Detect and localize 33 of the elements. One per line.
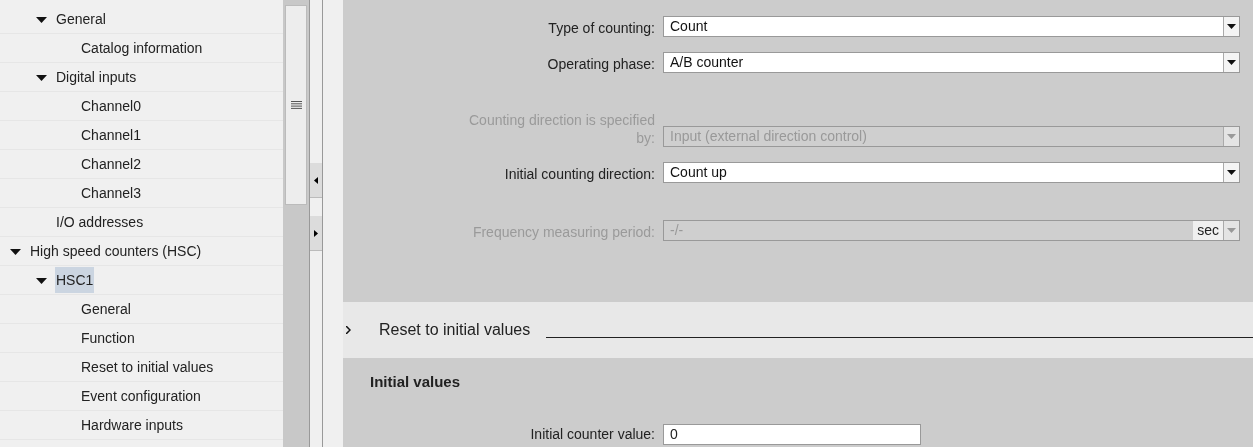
- tree-item[interactable]: General: [55, 6, 107, 32]
- tree-item[interactable]: General: [80, 296, 132, 322]
- left-arrow-icon: [314, 176, 318, 184]
- dropdown-field[interactable]: Count up: [663, 162, 1240, 183]
- input-field[interactable]: 0: [663, 423, 921, 445]
- scrollbar-thumb[interactable]: [285, 5, 307, 205]
- panel-heading: Initial values: [370, 372, 462, 392]
- tree-item[interactable]: Channel0: [80, 93, 142, 119]
- tree-item[interactable]: Catalog information: [80, 35, 204, 61]
- tree-item[interactable]: High speed counters (HSC): [29, 238, 203, 264]
- tree-item[interactable]: Event configuration: [80, 383, 202, 409]
- right-arrow-icon: [314, 229, 318, 237]
- collapse-button[interactable]: [310, 163, 322, 198]
- grip-icon: [290, 101, 302, 109]
- expand-chevron-icon[interactable]: [343, 325, 353, 335]
- tree-item[interactable]: Function: [80, 325, 136, 351]
- field-label: Initial counter value:: [529, 424, 656, 444]
- field-label: Operating phase:: [546, 55, 656, 73]
- dropdown-field[interactable]: A/B counter: [663, 52, 1240, 73]
- tree-item[interactable]: Channel3: [80, 180, 142, 206]
- field-label: Type of counting:: [547, 19, 656, 37]
- tree-item[interactable]: Digital inputs: [55, 64, 138, 90]
- field-label: Initial counting direction:: [503, 165, 656, 183]
- expand-button[interactable]: [310, 216, 322, 251]
- tree-item[interactable]: Channel2: [80, 151, 142, 177]
- tree-item[interactable]: Channel1: [80, 122, 142, 148]
- unit-label: sec: [1193, 221, 1223, 240]
- tree-item[interactable]: HSC1: [55, 267, 95, 293]
- tree-item[interactable]: Reset to initial values: [80, 354, 215, 380]
- tree-item[interactable]: Hardware inputs: [80, 412, 184, 438]
- tree-item[interactable]: I/O addresses: [55, 209, 145, 235]
- section-title[interactable]: Reset to initial values: [379, 318, 531, 342]
- dropdown-field[interactable]: Count: [663, 16, 1240, 37]
